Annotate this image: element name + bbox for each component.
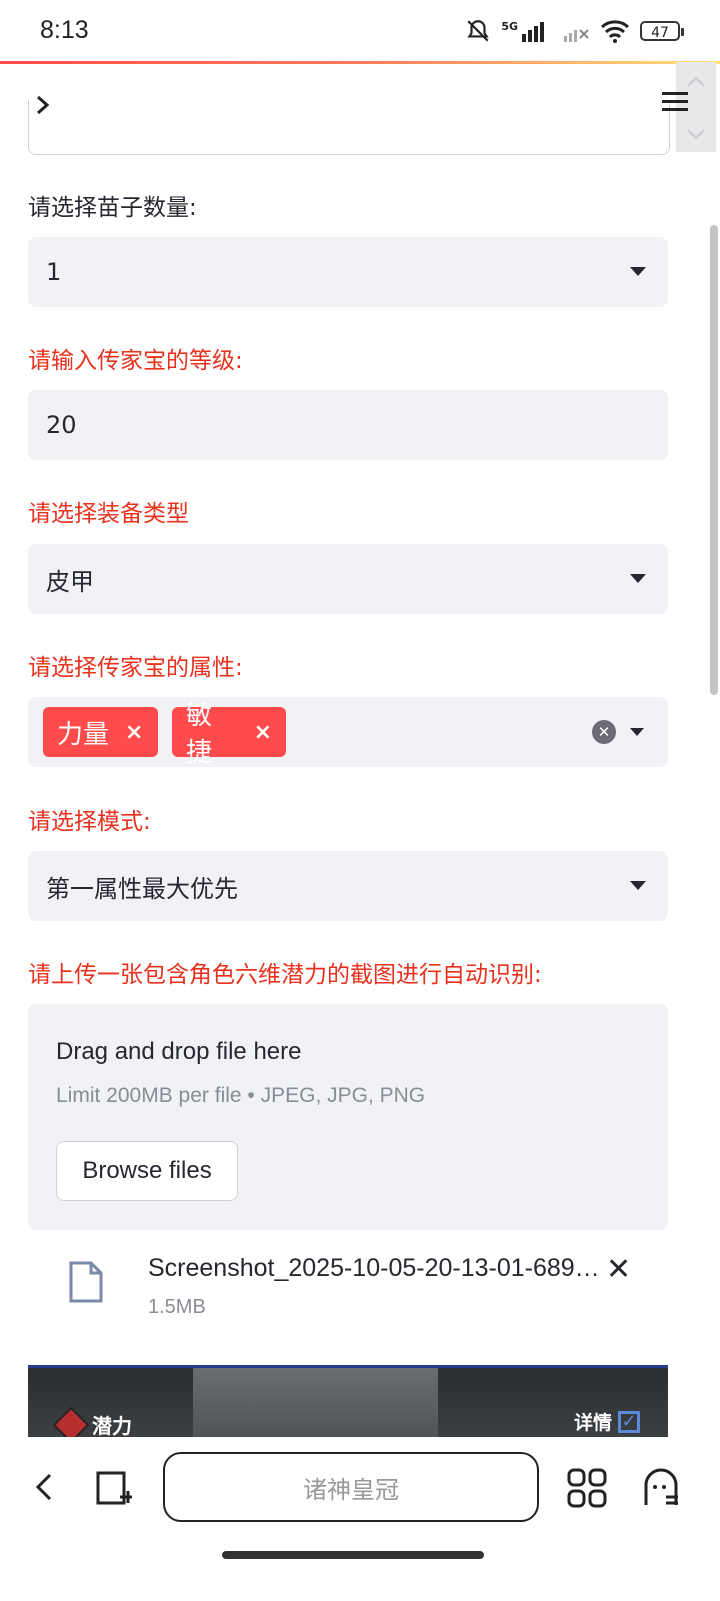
heirloom-level-value: 20 bbox=[46, 411, 77, 439]
attribute-tag-label: 敏捷 bbox=[186, 701, 213, 768]
preview-potential: 潜力 bbox=[52, 1406, 132, 1440]
checkbox-icon: ✓ bbox=[618, 1410, 640, 1433]
network-type: 5G bbox=[501, 19, 518, 33]
status-bar: 8:13 5G 47 bbox=[0, 0, 720, 62]
preview-detail-label: 详情 bbox=[573, 1412, 612, 1434]
heirloom-level-input[interactable]: 20 bbox=[28, 390, 668, 460]
apps-grid-icon[interactable] bbox=[566, 1467, 608, 1509]
caret-down-icon bbox=[630, 881, 646, 890]
seedling-select[interactable]: 1 bbox=[28, 237, 668, 307]
attributes-label: 请选择传家宝的属性: bbox=[28, 655, 243, 681]
attribute-tag[interactable]: 敏捷 × bbox=[172, 701, 286, 768]
upload-label: 请上传一张包含角色六维潜力的截图进行自动识别: bbox=[28, 962, 542, 988]
home-indicator[interactable] bbox=[222, 1551, 484, 1559]
caret-down-icon bbox=[630, 574, 646, 583]
dropzone-title: Drag and drop file here bbox=[56, 1038, 302, 1065]
signal-icon bbox=[522, 22, 544, 42]
remove-tag-icon[interactable]: × bbox=[125, 720, 143, 745]
back-icon[interactable] bbox=[30, 1471, 58, 1503]
file-name: Screenshot_2025-10-05-20-13-01-689… bbox=[148, 1254, 600, 1282]
preview-potential-label: 潜力 bbox=[92, 1414, 132, 1438]
signal-weak-icon bbox=[564, 29, 589, 42]
file-icon bbox=[69, 1261, 103, 1303]
file-size: 1.5MB bbox=[148, 1296, 206, 1318]
equipment-type-value: 皮甲 bbox=[46, 567, 94, 596]
clear-all-icon[interactable]: ✕ bbox=[592, 720, 616, 744]
seedling-label: 请选择苗子数量: bbox=[28, 195, 197, 221]
status-icons: 5G 47 bbox=[465, 18, 684, 44]
previous-field[interactable] bbox=[28, 100, 670, 155]
attribute-tag[interactable]: 力量 × bbox=[43, 707, 158, 757]
potential-icon bbox=[52, 1406, 90, 1440]
scrollbar-thumb[interactable] bbox=[710, 225, 718, 695]
chevron-down-icon bbox=[687, 129, 705, 140]
tabs-icon[interactable] bbox=[94, 1467, 136, 1509]
attribute-tag-label: 力量 bbox=[57, 719, 110, 750]
address-search-bar[interactable]: 诸神皇冠 bbox=[163, 1452, 539, 1522]
mode-value: 第一属性最大优先 bbox=[46, 874, 238, 903]
file-dropzone[interactable]: Drag and drop file here Limit 200MB per … bbox=[28, 1004, 668, 1230]
screenshot-preview: 潜力 详情 ✓ bbox=[28, 1365, 668, 1440]
equipment-type-select[interactable]: 皮甲 bbox=[28, 544, 668, 614]
wifi-icon bbox=[600, 20, 630, 43]
browser-nav-bar: 诸神皇冠 bbox=[0, 1437, 720, 1601]
caret-down-icon bbox=[630, 728, 644, 736]
dropzone-limit: Limit 200MB per file • JPEG, JPG, PNG bbox=[56, 1084, 426, 1107]
heirloom-level-label: 请输入传家宝的等级: bbox=[28, 348, 243, 374]
remove-tag-icon[interactable]: × bbox=[254, 720, 272, 745]
main-menu-button[interactable] bbox=[660, 90, 692, 120]
seedling-value: 1 bbox=[46, 258, 62, 286]
equipment-type-label: 请选择装备类型 bbox=[28, 501, 189, 527]
chevron-right-icon bbox=[37, 95, 50, 115]
uploaded-file-row: Screenshot_2025-10-05-20-13-01-689… 1.5M… bbox=[28, 1240, 668, 1336]
preview-panel bbox=[193, 1368, 438, 1440]
sidebar-toggle-button[interactable] bbox=[28, 88, 58, 122]
profile-ghost-icon[interactable] bbox=[640, 1467, 682, 1509]
caret-down-icon bbox=[630, 267, 646, 276]
browse-files-button[interactable]: Browse files bbox=[56, 1141, 238, 1201]
mode-label: 请选择模式: bbox=[28, 809, 151, 835]
attributes-multiselect[interactable]: 力量 × 敏捷 × ✕ bbox=[28, 697, 668, 768]
status-time: 8:13 bbox=[40, 16, 89, 44]
remove-file-button[interactable]: ✕ bbox=[606, 1252, 631, 1287]
hamburger-menu-icon bbox=[662, 92, 688, 111]
mute-bell-icon bbox=[467, 20, 490, 42]
preview-detail: 详情 ✓ bbox=[574, 1408, 640, 1435]
battery-icon: 47 bbox=[640, 21, 684, 41]
mode-select[interactable]: 第一属性最大优先 bbox=[28, 851, 668, 921]
